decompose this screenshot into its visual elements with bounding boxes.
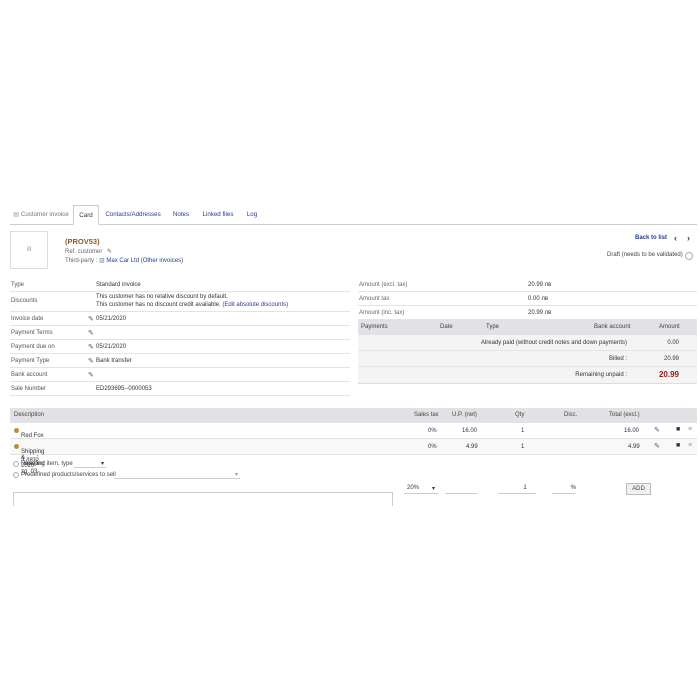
payment-terms-row: Payment Terms ✎ xyxy=(10,326,350,340)
tab-bar: ▤ Customer invoice Card Contacts/Address… xyxy=(10,205,697,225)
edit-pencil-icon[interactable]: ✎ xyxy=(88,371,94,379)
table-row[interactable]: Shipping & Handling 0% 4.99 1 4.99 ✎ ■ ≡ xyxy=(10,439,697,467)
service-icon xyxy=(14,444,19,449)
payment-due-row: Payment due on ✎ 05/21/2020 xyxy=(10,340,350,354)
third-party: Third-party : ▥ Max Car Ltd (Other invoi… xyxy=(65,258,184,264)
tab-log[interactable]: Log xyxy=(242,205,262,225)
other-invoices-link[interactable]: (Other invoices) xyxy=(141,258,183,264)
company-icon: ▥ xyxy=(99,258,105,264)
edit-absolute-discounts-link[interactable]: (Edit absolute discounts) xyxy=(222,302,288,308)
amount-excl-row: Amount (excl. tax) 20.99 лв xyxy=(358,278,697,292)
edit-pencil-icon[interactable]: ✎ xyxy=(88,329,94,337)
free-text-type-select[interactable]: ▾ xyxy=(74,459,106,468)
unit-price-input[interactable] xyxy=(445,482,477,494)
already-paid-row: Already paid (without credit notes and d… xyxy=(358,335,697,351)
tab-contacts-addresses[interactable]: Contacts/Addresses xyxy=(103,205,163,225)
chevron-down-icon: ▾ xyxy=(100,461,104,467)
product-select[interactable]: ▾ xyxy=(114,470,240,479)
back-to-list-link[interactable]: Back to list xyxy=(635,235,667,241)
predefined-radio[interactable] xyxy=(13,472,19,478)
next-icon[interactable]: › xyxy=(687,233,690,243)
chevron-down-icon: ▾ xyxy=(234,472,238,478)
billed-row: Billed : 20.99 xyxy=(358,351,697,367)
status-label: Draft (needs to be validated) xyxy=(607,252,683,258)
tab-card[interactable]: Card xyxy=(73,205,99,225)
invoice-icon: ▤ xyxy=(13,211,20,218)
quantity-input[interactable]: 1 xyxy=(498,482,536,494)
predefined-label: Predefined products/services to sell xyxy=(21,472,116,478)
free-text-label: Free-text item, type xyxy=(21,461,73,467)
delete-icon[interactable]: ■ xyxy=(676,442,680,449)
chevron-down-icon: ▾ xyxy=(431,486,435,492)
ref-customer: Ref. customer ✎ xyxy=(65,249,113,255)
edit-pencil-icon[interactable]: ✎ xyxy=(88,343,94,351)
discount-input[interactable]: % xyxy=(552,482,576,494)
payments-header: Payments Date Type Bank account Amount xyxy=(358,320,697,335)
table-row[interactable]: Red Fox ген лак 15 мл. палитра 3 лято 20… xyxy=(10,423,697,475)
product-icon xyxy=(14,428,19,433)
drag-handle-icon[interactable]: ≡ xyxy=(688,426,692,433)
remaining-unpaid-row: Remaining unpaid : 20.99 xyxy=(575,370,679,379)
discounts-row: Discounts This customer has no relative … xyxy=(10,292,350,312)
delete-icon[interactable]: ■ xyxy=(676,426,680,433)
add-button[interactable]: ADD xyxy=(626,483,651,495)
tab-customer-invoice[interactable]: ▤ Customer invoice xyxy=(10,205,72,225)
invoice-thumbnail: ill xyxy=(10,231,48,269)
drag-handle-icon[interactable]: ≡ xyxy=(688,442,692,449)
description-textarea[interactable] xyxy=(13,492,393,506)
tab-notes[interactable]: Notes xyxy=(168,205,194,225)
type-row: Type Standard invoice xyxy=(10,278,350,292)
payment-type-row: Payment Type ✎ Bank transfer xyxy=(10,354,350,368)
amount-inc-row: Amount (inc. tax) 20.99 лв xyxy=(358,306,697,320)
edit-pencil-icon[interactable]: ✎ xyxy=(88,315,94,323)
bank-account-row: Bank account ✎ xyxy=(10,368,350,382)
vat-select[interactable]: 20% ▾ xyxy=(404,482,438,494)
sale-number-row: Sale Number ED293695--0000053 xyxy=(10,382,350,396)
tab-linked-files[interactable]: Linked files xyxy=(200,205,236,225)
lines-header: Description Sales tax U.P. (net) Qty Dis… xyxy=(10,408,697,423)
edit-pencil-icon[interactable]: ✎ xyxy=(107,249,112,255)
thumbnail-text: ill xyxy=(27,247,31,253)
invoice-ref: (PROV53) xyxy=(65,237,100,246)
previous-icon[interactable]: ‹ xyxy=(674,233,677,243)
invoice-date-row: Invoice date ✎ 05/21/2020 xyxy=(10,312,350,326)
payments-summary: Already paid (without credit notes and d… xyxy=(358,335,697,384)
edit-pencil-icon[interactable]: ✎ xyxy=(88,357,94,365)
amount-tax-row: Amount tax 0.00 лв xyxy=(358,292,697,306)
edit-pencil-icon[interactable]: ✎ xyxy=(654,442,660,450)
free-text-radio[interactable] xyxy=(13,461,19,467)
edit-pencil-icon[interactable]: ✎ xyxy=(654,426,660,434)
third-party-link[interactable]: Max Car Ltd xyxy=(106,258,139,264)
status-circle-icon xyxy=(685,252,693,260)
